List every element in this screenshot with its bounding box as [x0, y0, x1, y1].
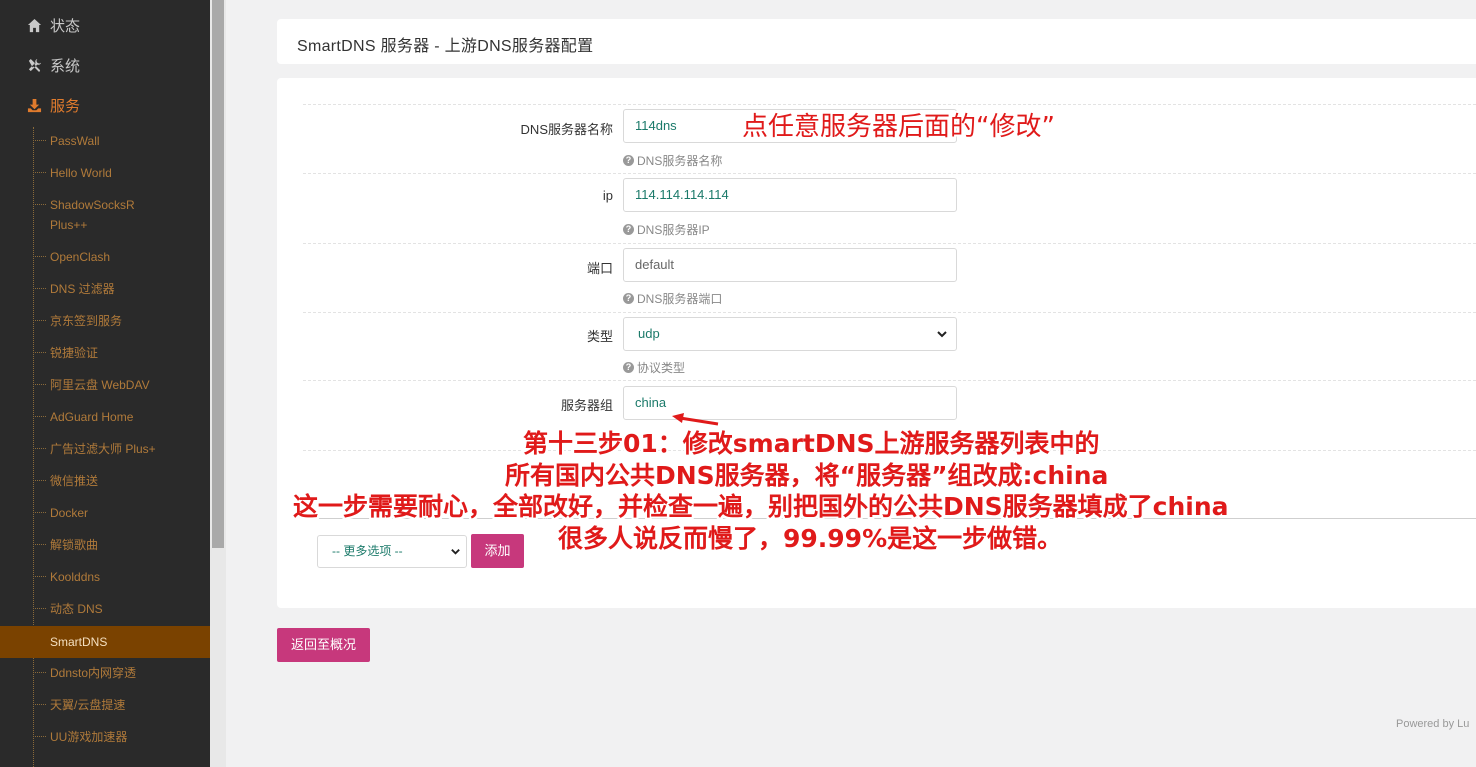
page-title: SmartDNS 服务器 - 上游DNS服务器配置 [297, 38, 594, 55]
sidebar-item-label: DNS 过滤器 [50, 282, 115, 296]
sidebar-item-shadowsocksr[interactable]: ShadowSocksR Plus++ [0, 189, 210, 241]
sidebar-item-label: 天翼/云盘提速 [50, 698, 126, 712]
sidebar-item-dns-filter[interactable]: DNS 过滤器 [0, 273, 210, 305]
sidebar-item-status[interactable]: 状态 [0, 5, 210, 45]
more-options-select[interactable]: -- 更多选项 -- [317, 535, 467, 568]
sidebar-item-koolddns[interactable]: Koolddns [0, 561, 210, 593]
scrollbar-thumb[interactable] [212, 0, 224, 548]
sidebar-item-label: PassWall [50, 134, 100, 148]
page-header: SmartDNS 服务器 - 上游DNS服务器配置 [277, 19, 1476, 64]
ip-label: ip [602, 188, 613, 203]
group-label: 服务器组 [560, 398, 613, 413]
back-to-overview-button[interactable]: 返回至概况 [277, 628, 370, 662]
port-input[interactable]: default [623, 248, 957, 282]
annotation-line3: 这一步需要耐心，全部改好，并检查一遍，别把国外的公共DNS服务器填成了china [293, 492, 1229, 521]
ip-input[interactable]: 114.114.114.114 [623, 178, 957, 212]
row-divider [303, 380, 1476, 381]
sidebar-item-uu-booster[interactable]: UU游戏加速器 [0, 721, 210, 753]
sidebar-item-passwall[interactable]: PassWall [0, 125, 210, 157]
sidebar-item-label: 锐捷验证 [50, 346, 99, 360]
sidebar-item-tianyi[interactable]: 天翼/云盘提速 [0, 689, 210, 721]
row-divider [303, 173, 1476, 174]
sidebar-item-smartdns[interactable]: SmartDNS [0, 626, 210, 658]
sidebar-item-label: Hello World [50, 166, 112, 180]
sidebar-item-label: 解锁歌曲 [50, 538, 99, 552]
row-divider [303, 312, 1476, 313]
sidebar-item-openclash[interactable]: OpenClash [0, 241, 210, 273]
hint-text: DNS服务器IP [637, 223, 710, 237]
sidebar-item-system[interactable]: 系统 [0, 45, 210, 85]
sidebar-item-adguard[interactable]: AdGuard Home [0, 401, 210, 433]
home-icon [24, 18, 44, 33]
sidebar-item-label-line2: Plus++ [50, 218, 88, 232]
hint-text: 协议类型 [637, 361, 686, 375]
sidebar-item-label: 状态 [50, 17, 81, 35]
row-divider [303, 243, 1476, 244]
port-hint: ? DNS服务器端口 [623, 290, 722, 307]
sidebar: 状态 系统 服务 PassWall Hello World ShadowSock… [0, 0, 210, 767]
sidebar-item-ruijie[interactable]: 锐捷验证 [0, 337, 210, 369]
sidebar-item-label: 微信推送 [50, 474, 99, 488]
help-icon: ? [623, 362, 634, 373]
type-select-value: udp [638, 326, 660, 341]
sidebar-item-label: 阿里云盘 WebDAV [50, 378, 150, 392]
sidebar-item-docker[interactable]: Docker [0, 497, 210, 529]
sidebar-item-ddns[interactable]: 动态 DNS [0, 593, 210, 625]
sidebar-item-label: 服务 [50, 97, 81, 115]
annotation-line4: 很多人说反而慢了，99.99%是这一步做错。 [558, 524, 1063, 553]
chevron-down-icon [937, 331, 947, 338]
name-hint: ? DNS服务器名称 [623, 152, 722, 169]
sidebar-item-adblock-plus[interactable]: 广告过滤大师 Plus+ [0, 433, 210, 465]
sidebar-item-label: Ddnsto内网穿透 [50, 666, 137, 680]
type-select[interactable]: udp [623, 317, 957, 351]
add-button[interactable]: 添加 [471, 534, 524, 568]
annotation-top: 点任意服务器后面的“修改” [742, 112, 1055, 142]
sidebar-item-wechat-push[interactable]: 微信推送 [0, 465, 210, 497]
chevron-down-icon [451, 549, 460, 555]
annotation-line1: 第十三步01：修改smartDNS上游服务器列表中的 [523, 429, 1100, 458]
sidebar-item-label: 系统 [50, 57, 81, 75]
sidebar-item-label: OpenClash [50, 250, 111, 264]
sidebar-item-services[interactable]: 服务 [0, 85, 210, 125]
sidebar-item-hello-world[interactable]: Hello World [0, 157, 210, 189]
sidebar-item-label: ShadowSocksR [50, 198, 135, 212]
tools-icon [24, 58, 44, 73]
sidebar-item-label: SmartDNS [50, 635, 108, 649]
sidebar-item-label: UU游戏加速器 [50, 730, 128, 744]
help-icon: ? [623, 155, 634, 166]
powered-by: Powered by Lu [1396, 718, 1470, 730]
type-label: 类型 [586, 329, 613, 344]
download-icon [24, 98, 44, 113]
help-icon: ? [623, 224, 634, 235]
name-label: DNS服务器名称 [520, 122, 613, 137]
sidebar-item-jd-checkin[interactable]: 京东签到服务 [0, 305, 210, 337]
sidebar-item-aliyun-webdav[interactable]: 阿里云盘 WebDAV [0, 369, 210, 401]
ip-hint: ? DNS服务器IP [623, 221, 710, 238]
sidebar-item-ddnsto[interactable]: Ddnsto内网穿透 [0, 657, 210, 689]
hint-text: DNS服务器端口 [637, 292, 723, 306]
type-hint: ? 协议类型 [623, 359, 685, 376]
sidebar-item-label: 京东签到服务 [50, 314, 123, 328]
row-divider [303, 104, 1476, 105]
sidebar-item-label: 动态 DNS [50, 602, 103, 616]
more-options-value: -- 更多选项 -- [332, 544, 403, 558]
sidebar-item-label: AdGuard Home [50, 410, 134, 424]
help-icon: ? [623, 293, 634, 304]
sidebar-scrollbar[interactable] [210, 0, 226, 767]
sidebar-item-unlock-music[interactable]: 解锁歌曲 [0, 529, 210, 561]
sidebar-item-label: Docker [50, 506, 89, 520]
hint-text: DNS服务器名称 [637, 154, 723, 168]
sidebar-item-label: 广告过滤大师 Plus+ [50, 442, 156, 456]
sidebar-item-label: Koolddns [50, 570, 101, 584]
port-label: 端口 [586, 261, 613, 276]
